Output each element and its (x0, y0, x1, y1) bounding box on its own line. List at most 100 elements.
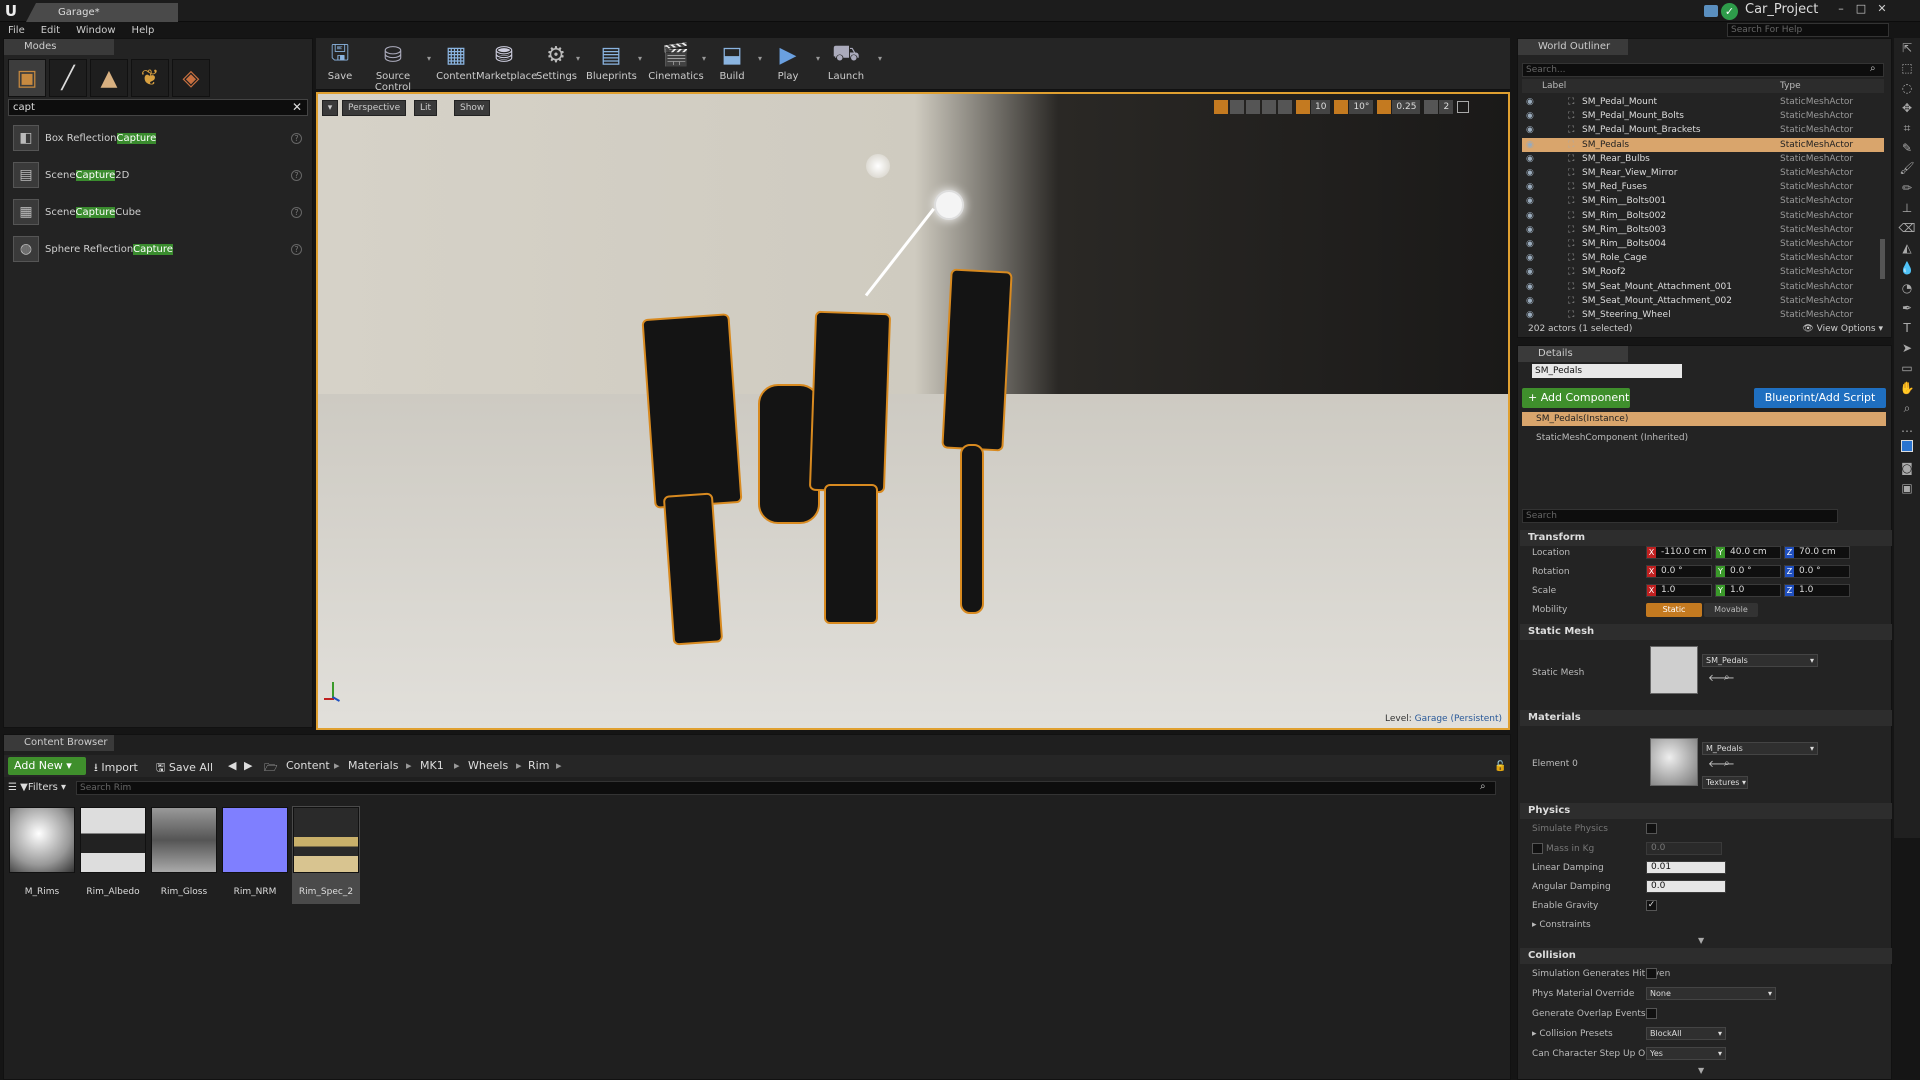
breadcrumb-rim[interactable]: Rim (528, 759, 549, 772)
lock-icon[interactable]: 🔓 (1494, 761, 1506, 772)
select-tool-icon[interactable]: ⇱ (1894, 38, 1920, 58)
mass-field[interactable]: 0.0 (1646, 842, 1722, 855)
add-new-button[interactable]: Add New ▾ (8, 757, 86, 775)
settings-button[interactable]: ⚙ Settings (536, 41, 577, 87)
eye-icon[interactable]: ◉ (1526, 180, 1534, 194)
static-mesh-thumbnail[interactable] (1650, 646, 1698, 694)
chevron-down-icon[interactable]: ▾ (702, 54, 706, 63)
blueprint-add-script-button[interactable]: Blueprint/Add Script (1754, 388, 1886, 408)
eye-icon[interactable]: ◉ (1526, 294, 1534, 308)
camera-speed-icon[interactable] (1424, 100, 1439, 114)
pedal-brake[interactable] (808, 310, 892, 494)
eye-icon[interactable]: ◉ (1526, 123, 1534, 137)
foliage-mode-icon[interactable]: ❦ (131, 59, 169, 97)
sim-generates-hit-checkbox[interactable] (1646, 968, 1657, 979)
folder-icon[interactable]: 🗁 (264, 759, 278, 778)
eye-icon[interactable]: ◉ (1526, 237, 1534, 251)
location-label[interactable]: Location (1532, 548, 1570, 558)
save-button[interactable]: 🖫 Save (322, 41, 358, 87)
use-selected-arrow-icon[interactable]: 🡐 (1708, 672, 1735, 684)
view-options-button[interactable]: 👁 View Options ▾ (1802, 324, 1883, 334)
generate-overlap-checkbox[interactable] (1646, 1008, 1657, 1019)
outliner-row[interactable]: ◉ ⛶ SM_Role_Cage StaticMeshActor (1522, 251, 1884, 265)
place-search-input[interactable]: capt (8, 99, 308, 116)
breadcrumb-materials[interactable]: Materials (348, 759, 398, 772)
scale-x-field[interactable]: X 1.0 (1646, 584, 1712, 597)
chevron-down-icon[interactable]: ▾ (816, 54, 820, 63)
place-item-scene-capture-2d[interactable]: ▤ Scene Capture 2D ? (8, 158, 308, 192)
eye-icon[interactable]: ◉ (1526, 223, 1534, 237)
asset-m-rims[interactable]: M_Rims (8, 806, 76, 904)
scale-snap-icon[interactable] (1377, 100, 1392, 114)
place-item-sphere-reflection-capture[interactable]: ◍ Sphere Reflection Capture ? (8, 232, 308, 266)
save-all-button[interactable]: 🖫 Save All (156, 759, 213, 778)
fill-icon[interactable]: ◭ (1894, 238, 1920, 258)
maximize-button[interactable]: □ (1852, 2, 1870, 16)
text-icon[interactable]: T (1894, 318, 1920, 338)
actor-name-field[interactable]: SM_Pedals (1532, 364, 1682, 378)
select-mode-icon[interactable] (1214, 100, 1228, 114)
outliner-row[interactable]: ◉ ⛶ SM_Rim__Bolts004 StaticMeshActor (1522, 237, 1884, 251)
document-tab[interactable]: Garage* (26, 3, 178, 22)
component-row[interactable]: StaticMeshComponent (Inherited) (1536, 433, 1688, 443)
menu-edit[interactable]: Edit (41, 25, 60, 36)
enable-gravity-checkbox[interactable]: ✓ (1646, 900, 1657, 911)
menu-help[interactable]: Help (132, 25, 155, 36)
source-control-button[interactable]: ⛁ Source Control (358, 41, 428, 94)
label-column-header[interactable]: Label (1542, 81, 1566, 91)
chevron-down-icon[interactable]: ▾ (427, 54, 431, 63)
location-y-field[interactable]: Y 40.0 cm (1715, 546, 1781, 559)
pencil-icon[interactable]: ✏ (1894, 178, 1920, 198)
scale-icon[interactable] (1262, 100, 1276, 114)
directional-light-icon[interactable] (934, 190, 964, 220)
play-button[interactable]: ▶ Play (770, 41, 806, 87)
collision-section-header[interactable]: Collision (1520, 948, 1892, 964)
eye-icon[interactable]: ◉ (1526, 138, 1534, 152)
unreal-logo-icon[interactable]: U (2, 2, 20, 20)
outliner-row[interactable]: ◉ ⛶ SM_Pedal_Mount StaticMeshActor (1522, 95, 1884, 109)
phys-material-combo[interactable]: None ▾ (1646, 987, 1776, 1000)
browse-search-icon[interactable]: ⌕ (1724, 672, 1730, 683)
grid-snap-icon[interactable] (1296, 100, 1310, 114)
outliner-row[interactable]: ◉ ⛶ SM_Rim__Bolts002 StaticMeshActor (1522, 209, 1884, 223)
outliner-row[interactable]: ◉ ⛶ SM_Seat_Mount_Attachment_002 StaticMesh… (1522, 294, 1884, 308)
eye-icon[interactable]: ◉ (1526, 265, 1534, 279)
world-local-icon[interactable] (1278, 100, 1292, 114)
close-button[interactable]: ✕ (1873, 2, 1891, 16)
marquee-tool-icon[interactable]: ⬚ (1894, 58, 1920, 78)
outliner-row[interactable]: ◉ ⛶ SM_Rim__Bolts001 StaticMeshActor (1522, 194, 1884, 208)
clear-search-icon[interactable]: ✕ (292, 100, 302, 114)
outliner-row[interactable]: ◉ ⛶ SM_Rear_View_Mirror StaticMeshActor (1522, 166, 1884, 180)
add-component-button[interactable]: + Add Component (1522, 388, 1630, 408)
launch-button[interactable]: ⛟ Launch (826, 41, 866, 87)
rotation-label[interactable]: Rotation (1532, 567, 1570, 577)
modes-tab[interactable]: Modes (4, 39, 114, 55)
back-arrow-icon[interactable]: ◀ (228, 759, 236, 772)
eye-icon[interactable]: ◉ (1526, 166, 1534, 180)
source-control-status-icon[interactable]: ✓ (1721, 3, 1738, 20)
chevron-down-icon[interactable]: ▾ (576, 54, 580, 63)
world-outliner-tab[interactable]: World Outliner (1518, 39, 1628, 55)
mobility-movable-button[interactable]: Movable (1704, 603, 1758, 617)
materials-section-header[interactable]: Materials (1520, 710, 1892, 726)
content-button[interactable]: ▦ Content (436, 41, 476, 87)
outliner-search-input[interactable]: Search... (1522, 63, 1884, 77)
rotation-z-field[interactable]: Z 0.0 ° (1784, 565, 1850, 578)
help-icon[interactable]: ? (291, 243, 302, 255)
eye-icon[interactable]: ◉ (1526, 194, 1534, 208)
place-item-box-reflection-capture[interactable]: ◧ Box Reflection Capture ? (8, 121, 308, 155)
constraints-row[interactable]: ▸ Constraints (1532, 920, 1591, 930)
eye-icon[interactable]: ◉ (1526, 251, 1534, 265)
help-icon[interactable]: ? (291, 169, 302, 181)
breadcrumb-content[interactable]: Content (286, 759, 330, 772)
outliner-row[interactable]: ◉ ⛶ SM_Rim__Bolts003 StaticMeshActor (1522, 223, 1884, 237)
blur-icon[interactable]: 💧 (1894, 258, 1920, 278)
material-combo[interactable]: M_Pedals ▾ (1702, 742, 1818, 755)
pedal-clutch[interactable] (641, 313, 743, 509)
eye-icon[interactable]: ◉ (1526, 209, 1534, 223)
import-button[interactable]: ⭳ Import (94, 759, 138, 778)
eye-icon[interactable]: ◉ (1526, 280, 1534, 294)
eye-icon[interactable]: ◉ (1526, 95, 1534, 109)
scale-snap-value[interactable]: 0.25 (1392, 100, 1421, 114)
outliner-row[interactable]: ◉ ⛶ SM_Red_Fuses StaticMeshActor (1522, 180, 1884, 194)
